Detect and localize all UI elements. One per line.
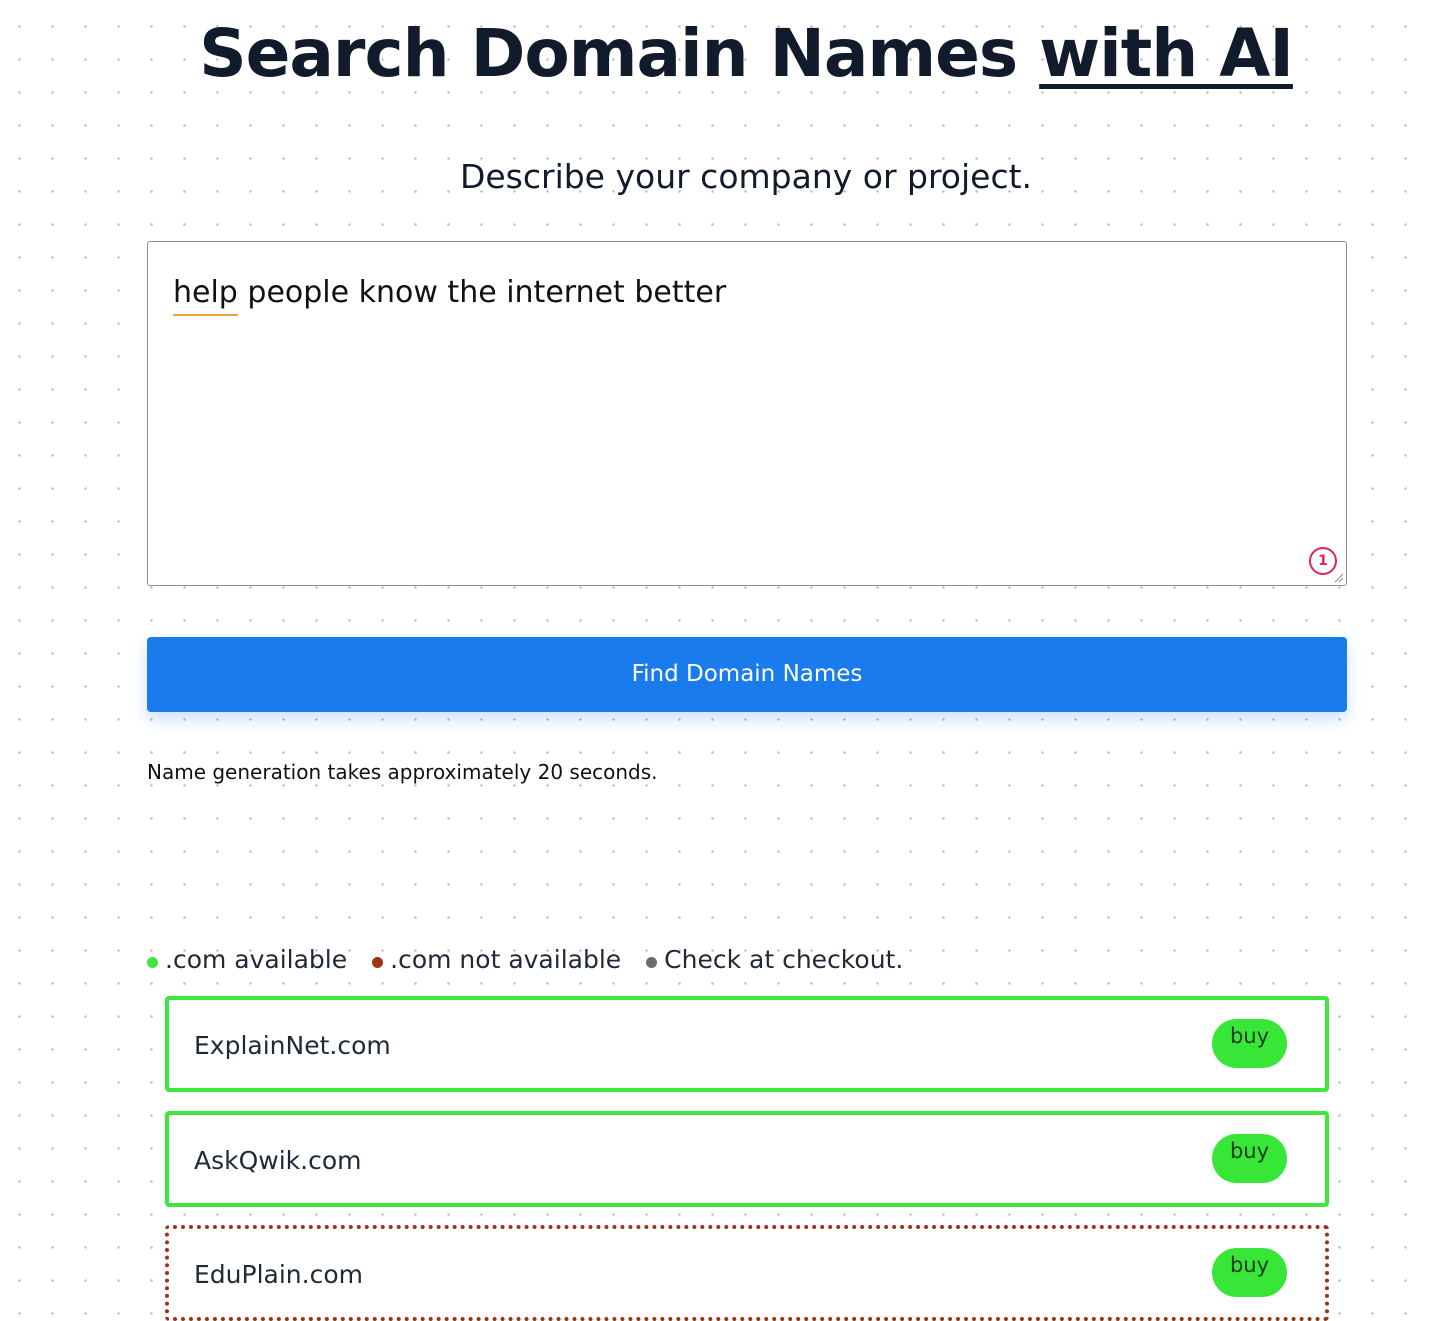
page-title-emphasis: with AI xyxy=(1039,15,1294,92)
available-dot-icon xyxy=(147,956,158,968)
description-textarea-value[interactable]: help people know the internet better xyxy=(173,272,726,314)
availability-legend: .com available .com not available Check … xyxy=(147,941,903,977)
check-dot-icon xyxy=(646,956,658,968)
domain-name[interactable]: AskQwik.com xyxy=(194,1144,362,1178)
domain-result-card[interactable]: EduPlain.com buy xyxy=(165,1225,1329,1321)
spellcheck-flagged-word: help xyxy=(173,275,238,310)
page-title-main: Search Domain Names xyxy=(199,15,1040,92)
description-textarea[interactable]: help people know the internet better 1 xyxy=(147,241,1347,586)
legend-available: .com available xyxy=(147,945,347,974)
buy-button[interactable]: buy xyxy=(1212,1019,1287,1068)
buy-button[interactable]: buy xyxy=(1212,1134,1287,1183)
legend-available-label: .com available xyxy=(165,944,348,974)
generation-time-note: Name generation takes approximately 20 s… xyxy=(147,760,658,784)
buy-button[interactable]: buy xyxy=(1212,1248,1287,1297)
find-domain-names-button[interactable]: Find Domain Names xyxy=(147,637,1347,712)
domain-result-card[interactable]: ExplainNet.com buy xyxy=(165,996,1329,1092)
domain-name[interactable]: EduPlain.com xyxy=(194,1258,363,1292)
domain-result-card[interactable]: AskQwik.com buy xyxy=(165,1111,1329,1207)
resize-handle-icon[interactable] xyxy=(1332,571,1344,583)
legend-not-available: .com not available xyxy=(372,945,621,974)
domain-name[interactable]: ExplainNet.com xyxy=(194,1029,391,1063)
legend-check-label: Check at checkout. xyxy=(664,944,904,974)
page-title: Search Domain Names with AI xyxy=(0,14,1432,94)
not-available-dot-icon xyxy=(372,956,384,968)
legend-check: Check at checkout. xyxy=(646,945,903,974)
description-text-rest: people know the internet better xyxy=(237,275,727,310)
legend-not-available-label: .com not available xyxy=(390,944,622,974)
page-subtitle: Describe your company or project. xyxy=(459,157,1033,196)
